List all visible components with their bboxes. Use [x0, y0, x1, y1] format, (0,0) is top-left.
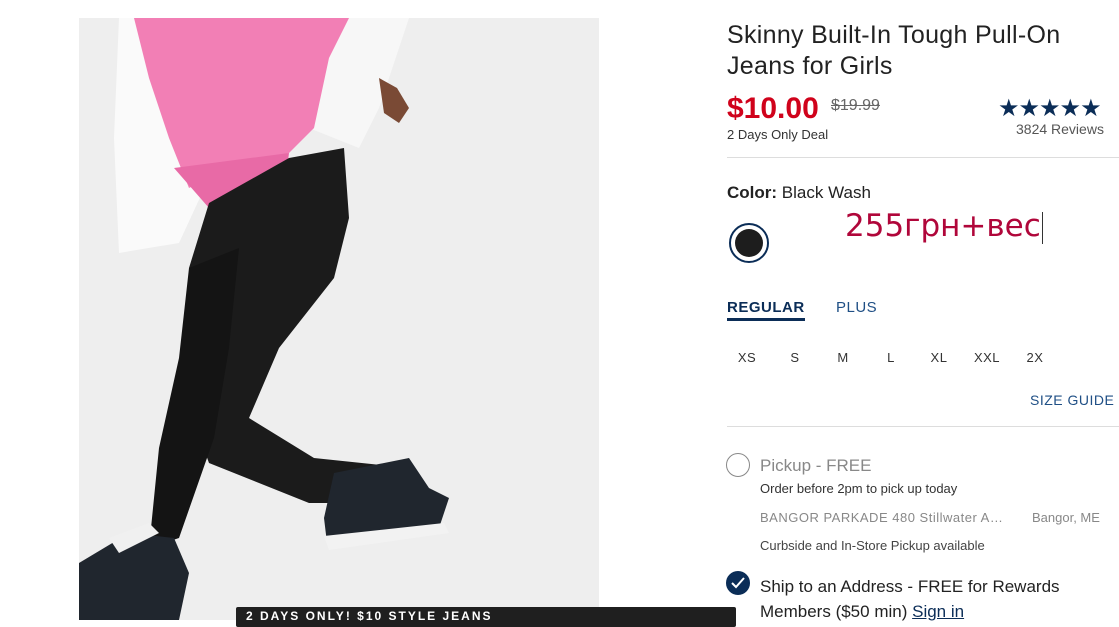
sale-price: $10.00	[727, 92, 819, 125]
product-image	[79, 18, 599, 620]
tab-plus[interactable]: PLUS	[836, 299, 877, 316]
pickup-subtext: Order before 2pm to pick up today	[760, 481, 958, 496]
divider	[727, 157, 1119, 158]
pickup-label: Pickup - FREE	[760, 456, 872, 475]
ship-option: Ship to an Address - FREE for Rewards Me…	[760, 574, 1119, 624]
size-l[interactable]: L	[867, 350, 915, 365]
original-price: $19.99	[831, 97, 880, 114]
reviews-link[interactable]: 3824 Reviews	[1016, 121, 1104, 137]
product-title: Skinny Built-In Tough Pull-On Jeans for …	[727, 21, 1061, 80]
size-xxl[interactable]: XXL	[963, 350, 1011, 365]
curbside-note: Curbside and In-Store Pickup available	[760, 538, 985, 553]
rating-stars-icon[interactable]: ★★★★★	[998, 94, 1102, 123]
size-guide-link[interactable]: SIZE GUIDE	[1030, 392, 1114, 408]
sign-in-link[interactable]: Sign in	[912, 602, 964, 621]
promo-banner[interactable]: 2 DAYS ONLY! $10 STYLE JEANS	[236, 607, 736, 627]
ship-label: Ship to an Address - FREE for Rewards Me…	[760, 577, 1060, 621]
deal-text: 2 Days Only Deal	[727, 127, 829, 142]
divider	[727, 426, 1119, 427]
checkmark-icon	[731, 577, 745, 589]
color-swatch-black-wash[interactable]	[729, 223, 769, 263]
size-xl[interactable]: XL	[915, 350, 963, 365]
price-annotation[interactable]: 255грн+вес	[845, 208, 1043, 244]
size-2x[interactable]: 2X	[1011, 350, 1059, 365]
ship-radio[interactable]	[726, 571, 750, 595]
size-xs[interactable]: XS	[723, 350, 771, 365]
size-m[interactable]: M	[819, 350, 867, 365]
color-label: Color:	[727, 183, 778, 202]
annotation-text: 255грн+вес	[845, 208, 1041, 244]
store-name[interactable]: BANGOR PARKADE 480 Stillwater A…	[760, 510, 1003, 525]
tab-regular[interactable]: REGULAR	[727, 299, 805, 321]
size-s[interactable]: S	[771, 350, 819, 365]
color-label-row: Color: Black Wash	[727, 183, 871, 203]
pickup-radio[interactable]	[726, 453, 750, 477]
swatch-fill	[735, 229, 763, 257]
text-caret	[1041, 211, 1043, 244]
color-value: Black Wash	[781, 183, 871, 202]
store-city: Bangor, ME	[1032, 510, 1100, 525]
